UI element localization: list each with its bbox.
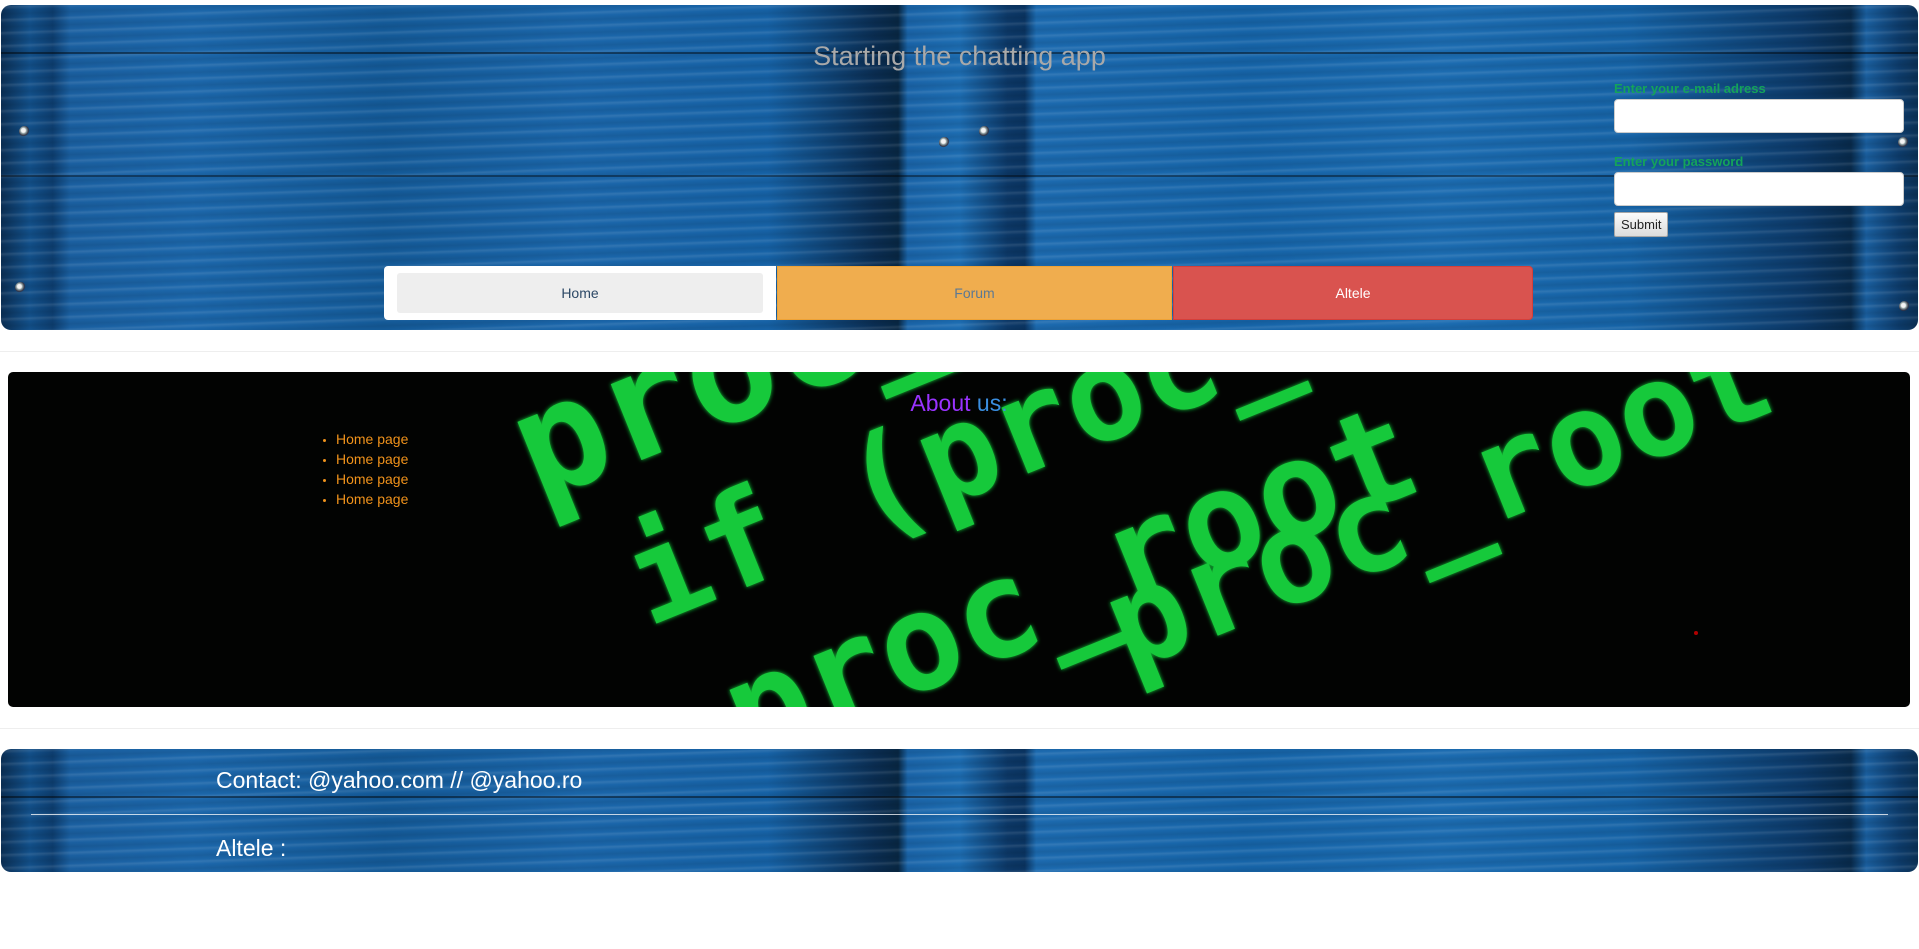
list-item[interactable]: Home page <box>336 489 408 509</box>
email-label: Enter your e-mail adress <box>1614 81 1766 96</box>
divider <box>0 728 1919 729</box>
about-section: proc_f if (proc_root = proc_ proc_root =… <box>8 372 1910 707</box>
footer-divider <box>31 814 1888 815</box>
list-item[interactable]: Home page <box>336 429 408 449</box>
list-item[interactable]: Home page <box>336 449 408 469</box>
page-title: Starting the chatting app <box>813 41 1106 71</box>
nav-forum-button[interactable]: Forum <box>777 266 1172 320</box>
nav-home-button[interactable]: Home <box>384 266 776 320</box>
list-item[interactable]: Home page <box>336 469 408 489</box>
email-field[interactable] <box>1614 99 1904 133</box>
password-label: Enter your password <box>1614 154 1744 169</box>
red-dot <box>1694 631 1698 635</box>
screw-icon <box>939 137 950 148</box>
about-title-word1: About <box>910 390 971 416</box>
screw-icon <box>979 126 990 137</box>
screw-icon <box>19 126 30 137</box>
nav-altele-button[interactable]: Altele <box>1173 266 1533 320</box>
submit-button[interactable]: Submit <box>1614 212 1669 237</box>
footer-altele-text: Altele : <box>216 835 287 861</box>
about-title-word2: us: <box>976 390 1008 416</box>
code-background-image: proc_f if (proc_root = proc_ proc_root =… <box>486 372 1910 707</box>
about-title: About us: <box>8 390 1910 417</box>
screw-icon <box>1899 301 1910 312</box>
divider <box>0 351 1919 352</box>
nav-home-label: Home <box>397 273 763 313</box>
screw-icon <box>15 282 26 293</box>
password-field[interactable] <box>1614 172 1904 206</box>
login-form: Enter your e-mail adress Enter your pass… <box>1614 81 1904 237</box>
contact-text: Contact: @yahoo.com // @yahoo.ro <box>216 767 583 793</box>
about-list: Home page Home page Home page Home page <box>308 429 408 509</box>
footer-banner: Contact: @yahoo.com // @yahoo.ro Altele … <box>1 749 1918 872</box>
